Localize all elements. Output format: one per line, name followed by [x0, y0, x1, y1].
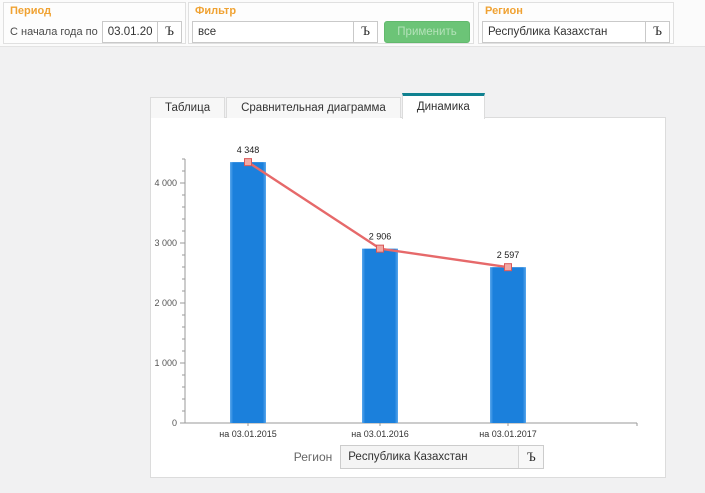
trend-marker: [377, 245, 384, 252]
region-picker-button[interactable]: Ъ: [645, 21, 670, 43]
filter-panel: Фильтр Ъ Применить: [188, 2, 474, 44]
filter-picker-button[interactable]: Ъ: [353, 21, 378, 43]
value-labels: 4 348 2 906 2 597: [237, 145, 520, 260]
category-label: на 03.01.2017: [479, 429, 537, 439]
chart-footer: Регион Республика Казахстан Ъ: [151, 444, 665, 470]
value-label: 2 906: [369, 232, 392, 242]
category-label: на 03.01.2015: [219, 429, 277, 439]
bar: [230, 162, 266, 423]
period-date-input[interactable]: [102, 21, 158, 43]
y-tick-label: 3 000: [154, 238, 177, 248]
dynamics-chart: 0 1 000 2 000 3 000 4 000 4 348 2 906 2 597 на 0…: [151, 118, 665, 444]
region-title: Регион: [479, 3, 673, 20]
tab-dynamics[interactable]: Динамика: [402, 93, 485, 119]
trend-marker: [505, 264, 512, 271]
category-label: на 03.01.2016: [351, 429, 409, 439]
bar: [362, 249, 398, 423]
bar-series: [230, 162, 526, 423]
y-tick-labels: 0 1 000 2 000 3 000 4 000: [154, 178, 177, 428]
apply-button[interactable]: Применить: [384, 21, 470, 43]
region-footer-value: Республика Казахстан: [341, 451, 519, 463]
value-label: 4 348: [237, 145, 260, 155]
period-title: Период: [4, 3, 185, 20]
region-footer-select[interactable]: Республика Казахстан Ъ: [340, 445, 544, 469]
y-tick-label: 2 000: [154, 298, 177, 308]
y-tick-label: 0: [172, 418, 177, 428]
region-row: Ъ: [479, 20, 673, 43]
dynamics-chart-svg: 0 1 000 2 000 3 000 4 000 4 348 2 906 2 597 на 0…: [151, 118, 665, 444]
region-footer-label: Регион: [294, 450, 333, 464]
y-tick-label: 4 000: [154, 178, 177, 188]
tab-table[interactable]: Таблица: [150, 97, 225, 118]
bar: [490, 267, 526, 423]
category-labels: на 03.01.2015 на 03.01.2016 на 03.01.2017: [219, 429, 537, 439]
filter-toolbar: Период С начала года по Ъ Фильтр Ъ Приме…: [0, 0, 705, 47]
trend-marker: [245, 159, 252, 166]
value-label: 2 597: [497, 250, 520, 260]
filter-value-input[interactable]: [192, 21, 354, 43]
report-panel: 0 1 000 2 000 3 000 4 000 4 348 2 906 2 597 на 0…: [150, 117, 666, 478]
filter-title: Фильтр: [189, 3, 473, 20]
period-prefix-label: С начала года по: [7, 26, 102, 38]
tab-bar: ТаблицаСравнительная диаграммаДинамика: [150, 93, 486, 118]
region-footer-picker-button[interactable]: Ъ: [518, 446, 543, 468]
tab-comparative-diagram[interactable]: Сравнительная диаграмма: [226, 97, 401, 118]
filter-row: Ъ Применить: [189, 20, 473, 43]
y-tick-label: 1 000: [154, 358, 177, 368]
region-value-input[interactable]: [482, 21, 646, 43]
period-panel: Период С начала года по Ъ: [3, 2, 186, 44]
region-panel: Регион Ъ: [478, 2, 674, 44]
period-picker-button[interactable]: Ъ: [157, 21, 182, 43]
period-row: С начала года по Ъ: [4, 20, 185, 43]
